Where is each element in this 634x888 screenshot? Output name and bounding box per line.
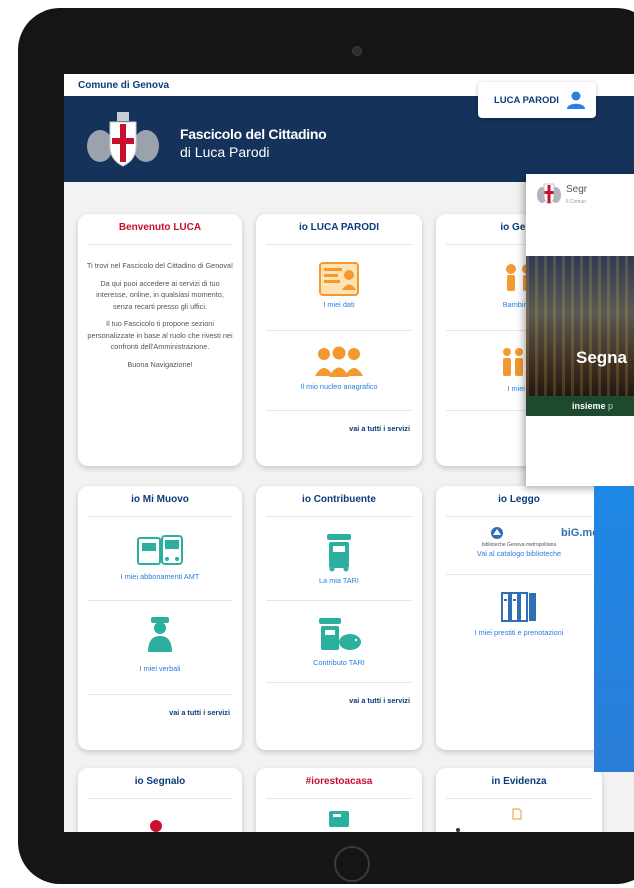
page-title: Fascicolo del Cittadino [180, 126, 327, 142]
home-button[interactable] [334, 846, 370, 882]
card-io-contribuente: io Contribuente La mia TARI Contributo T… [256, 486, 422, 750]
banner-title: Segna [576, 348, 628, 367]
divider [266, 600, 412, 601]
family-icon [315, 346, 363, 377]
card-io-leggo: io Leggo biG.met biblioteche Genova metr… [436, 486, 602, 750]
card-in-evidenza: in Evidenza [436, 768, 602, 832]
card-title: io Mi Muovo [131, 494, 189, 505]
catalog-link[interactable]: Vai al catalogo biblioteche [436, 549, 602, 559]
genova-crest-icon [537, 183, 561, 205]
service-label: Contributo TARI [313, 658, 365, 667]
card-io-parodi: io LUCA PARODI I miei dati Il mio nucleo… [256, 214, 422, 466]
camera [352, 46, 362, 56]
service-label: La mia TARI [319, 576, 359, 585]
service-amt-passes[interactable]: I miei abbonamenti AMT [78, 534, 242, 582]
divider [266, 244, 412, 245]
website-subtitle: Il Comun [566, 199, 587, 205]
bus-pass-icon [137, 535, 183, 565]
welcome-paragraph: Il tuo Fascicolo ti propone sezioni pers… [87, 319, 233, 351]
tagline-bold: insieme [572, 401, 606, 411]
comune-link[interactable]: Comune di Genova [78, 80, 169, 91]
card-title: io Contribuente [302, 494, 376, 505]
tagline-text: insieme p [572, 401, 613, 411]
website-header: Segr Il Comun [526, 174, 634, 256]
waste-bin-piggy-icon [319, 618, 361, 650]
welcome-paragraph: Buona Navigazione! [127, 359, 193, 369]
card-iorestoacasa: #iorestoacasa [256, 768, 422, 832]
website-title: Segr [566, 184, 588, 195]
divider [88, 798, 232, 799]
divider [266, 330, 412, 331]
service-label: I miei abbonamenti AMT [120, 572, 200, 581]
user-name: LUCA PARODI [494, 95, 559, 106]
divider [446, 574, 592, 575]
card-title: #iorestoacasa [305, 776, 373, 787]
segnalazioni-website-panel: Segr Il Comun Segna insieme p [526, 174, 634, 486]
document-icon [512, 808, 522, 820]
tv-icon [329, 811, 349, 827]
service-fines[interactable]: I miei verbali [78, 616, 242, 674]
service-label: Il mio nucleo anagrafico [300, 382, 378, 391]
all-services-link[interactable]: vai a tutti i servizi [349, 696, 410, 705]
card-title: io Leggo [498, 494, 540, 505]
service-loans[interactable]: I miei prestiti e prenotazioni [436, 590, 602, 638]
divider [266, 682, 412, 683]
service-label: I miei verbali [139, 664, 181, 673]
service-bigmet[interactable]: biG.met biblioteche Genova metropolitana… [436, 526, 602, 559]
service-family[interactable]: Il mio nucleo anagrafico [256, 346, 422, 392]
divider [446, 516, 592, 517]
card-title: Benvenuto LUCA [118, 222, 202, 233]
card-title: in Evidenza [491, 776, 547, 787]
service-label: I miei dati [323, 300, 355, 309]
user-menu-button[interactable]: LUCA PARODI [478, 82, 596, 118]
card-io-segnalo: io Segnalo [78, 768, 242, 832]
card-welcome: Benvenuto LUCA Ti trovi nel Fascicolo de… [78, 214, 242, 466]
traffic-warden-icon [148, 617, 172, 652]
report-icon [150, 820, 162, 832]
card-io-muovo: io Mi Muovo I miei abbonamenti AMT I mie… [78, 486, 242, 750]
divider [266, 516, 412, 517]
divider [88, 600, 232, 601]
banner-tagline: insieme p [526, 396, 634, 416]
divider [88, 694, 232, 695]
divider [88, 244, 232, 245]
id-card-icon [319, 262, 359, 296]
welcome-text: Ti trovi nel Fascicolo del Cittadino di … [86, 260, 234, 376]
genova-coat-of-arms-icon [87, 112, 159, 167]
divider [88, 516, 232, 517]
bullet [456, 828, 460, 832]
service-my-tari[interactable]: La mia TARI [256, 532, 422, 586]
divider [266, 798, 412, 799]
bigmet-logo-icon [491, 527, 504, 539]
divider [446, 798, 592, 799]
service-label: I miei prestiti e prenotazioni [474, 628, 564, 637]
service-my-data[interactable]: I miei dati [256, 262, 422, 310]
service-tari-contribution[interactable]: Contributo TARI [256, 616, 422, 668]
divider [266, 410, 412, 411]
welcome-paragraph: Da qui puoi accedere ai servizi di tuo i… [96, 278, 224, 311]
user-icon [567, 91, 585, 109]
all-services-link[interactable]: vai a tutti i servizi [349, 424, 410, 433]
card-title: io LUCA PARODI [299, 222, 379, 233]
blue-side-panel [594, 486, 634, 772]
all-services-link[interactable]: vai a tutti i servizi [169, 708, 230, 717]
tagline-rest: p [605, 401, 614, 411]
page-subtitle: di Luca Parodi [180, 144, 270, 160]
card-title: io Segnalo [134, 776, 186, 787]
bigmet-subtitle: biblioteche Genova metropolitana [481, 542, 557, 548]
waste-bin-icon [327, 534, 351, 572]
library-books-icon [501, 592, 536, 622]
city-night-photo [526, 256, 634, 396]
welcome-paragraph: Ti trovi nel Fascicolo del Cittadino di … [86, 261, 234, 270]
